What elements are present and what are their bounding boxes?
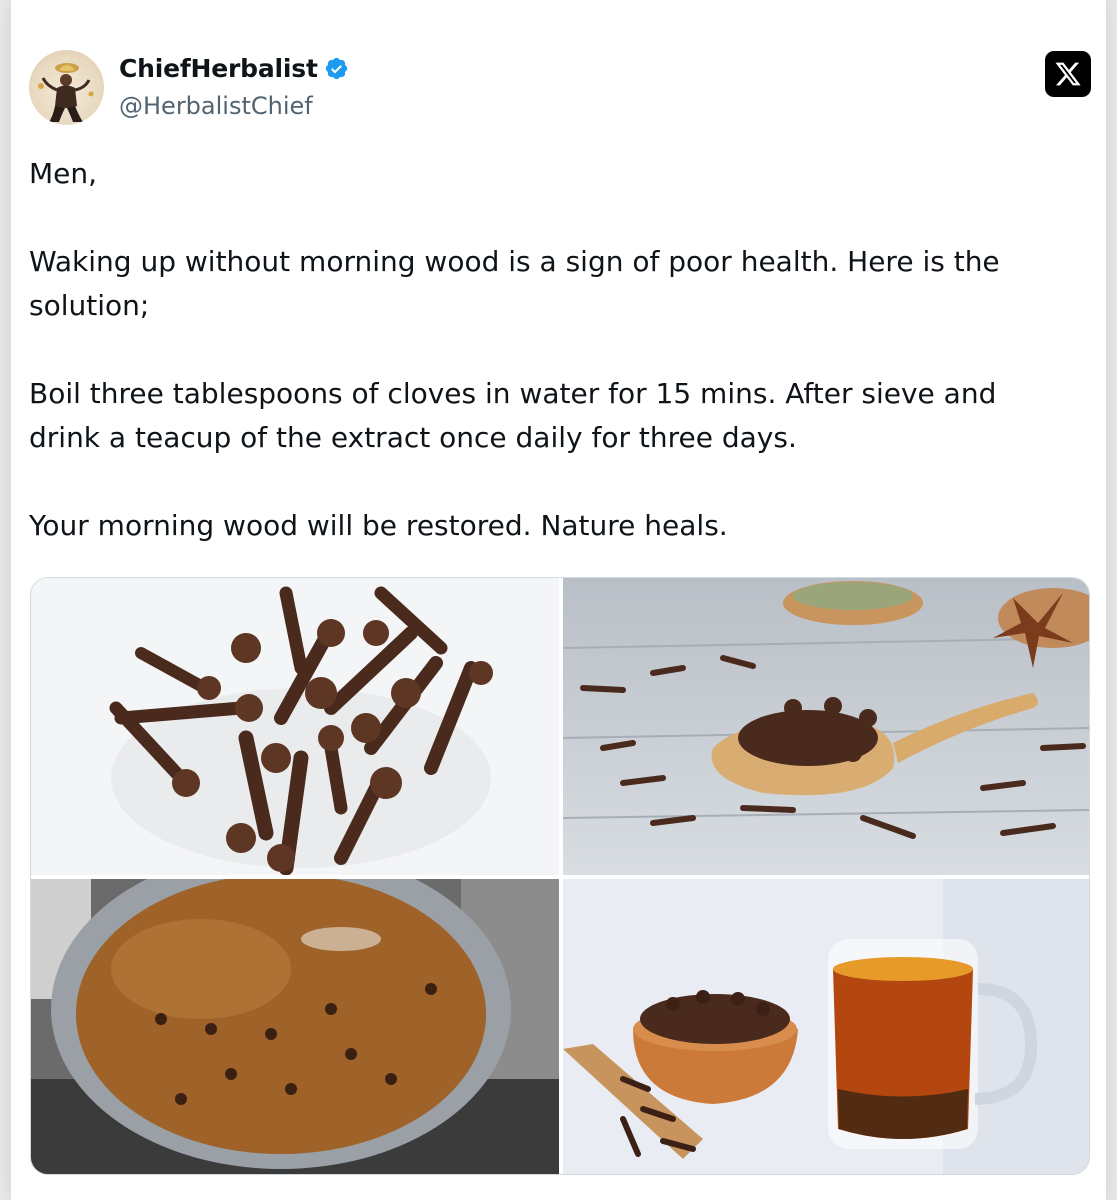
cloves-pile-photo — [31, 578, 559, 875]
x-logo-icon[interactable] — [1045, 51, 1091, 97]
author-name-row: ChiefHerbalist — [119, 54, 349, 83]
cloves-wooden-spoon-photo — [563, 578, 1089, 875]
media-image-spoon[interactable] — [563, 578, 1089, 875]
tweet-paragraph: Men, — [29, 157, 98, 190]
avatar-illustration — [38, 63, 94, 122]
author-handle[interactable]: @HerbalistChief — [119, 92, 313, 120]
author-display-name[interactable]: ChiefHerbalist — [119, 54, 318, 83]
clove-tea-cup-photo — [563, 879, 1089, 1174]
media-image-tea[interactable] — [563, 879, 1089, 1174]
tweet-card: ChiefHerbalist @HerbalistChief Men, Waki… — [10, 0, 1107, 1200]
verified-badge-icon — [325, 57, 347, 80]
avatar[interactable] — [29, 50, 104, 125]
tweet-paragraph: Your morning wood will be restored. Natu… — [29, 509, 728, 542]
x-glyph-icon — [1055, 62, 1081, 86]
tweet-text: Men, Waking up without morning wood is a… — [29, 152, 1069, 548]
tweet-paragraph: Boil three tablespoons of cloves in wate… — [29, 377, 997, 454]
media-image-pot[interactable] — [31, 879, 559, 1174]
tweet-paragraph: Waking up without morning wood is a sign… — [29, 245, 1000, 322]
media-image-cloves[interactable] — [31, 578, 559, 875]
boiling-clove-pot-photo — [31, 879, 559, 1174]
media-grid — [30, 577, 1090, 1175]
